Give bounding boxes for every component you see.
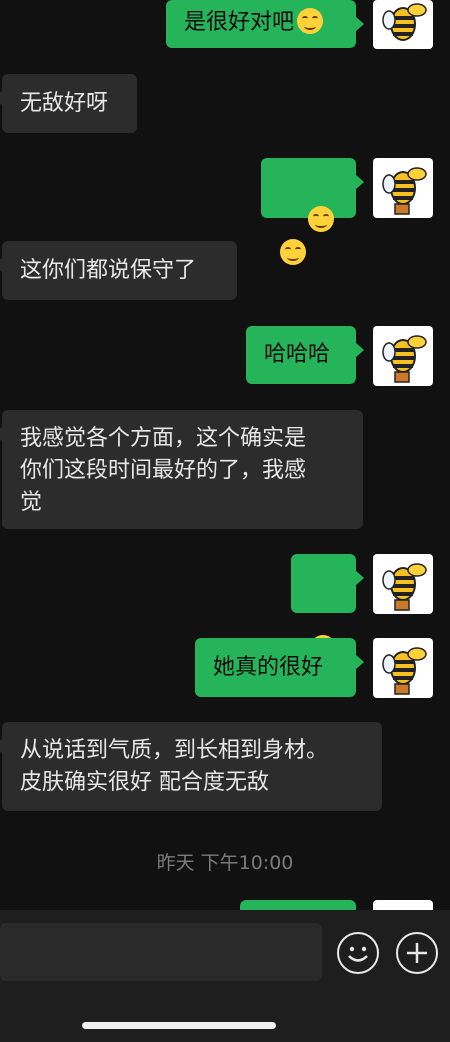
message-text: 哈哈哈 xyxy=(264,342,331,367)
message-bubble-in[interactable]: 这你们都说保守了 xyxy=(0,241,237,300)
message-text: 无敌好呀 xyxy=(20,91,109,116)
message-input[interactable] xyxy=(0,923,322,981)
smiling-face-icon xyxy=(280,239,306,265)
message-text: 这你们都说保守了 xyxy=(20,258,197,283)
message-text: 我感觉各个方面，这个确实是 你们这段时间最好的了，我感 觉 xyxy=(20,426,307,515)
message-bubble-out[interactable]: 她真的很好 xyxy=(195,638,364,697)
smiling-face-icon xyxy=(307,206,334,232)
bee-avatar-icon[interactable] xyxy=(373,638,433,698)
bee-avatar-icon[interactable] xyxy=(373,326,433,386)
message-bubble-in[interactable]: 从说话到气质，到长相到身材。 皮肤确实很好 配合度无敌 xyxy=(0,722,382,811)
smiling-face-icon xyxy=(297,8,324,34)
message-bubble-in[interactable]: 我感觉各个方面，这个确实是 你们这段时间最好的了，我感 觉 xyxy=(0,410,363,529)
bee-avatar-icon[interactable] xyxy=(373,158,433,218)
message-bubble-out[interactable]: 哈哈哈 xyxy=(246,326,364,384)
emoji-icon[interactable] xyxy=(337,932,379,974)
message-bubble-out[interactable] xyxy=(261,158,364,265)
message-bubble-out[interactable]: 是很好对吧 xyxy=(166,0,364,48)
timestamp: 昨天 下午10:00 xyxy=(156,852,294,874)
bee-avatar-icon[interactable] xyxy=(373,554,433,614)
message-text: 从说话到气质，到长相到身材。 皮肤确实很好 配合度无敌 xyxy=(20,738,329,795)
message-bubble-out[interactable] xyxy=(291,554,364,661)
bee-avatar-icon[interactable] xyxy=(373,0,433,49)
message-bubble-in[interactable]: 无敌好呀 xyxy=(0,74,137,133)
plus-icon[interactable] xyxy=(396,932,438,974)
message-text: 是很好对吧 xyxy=(184,10,295,35)
message-text: 她真的很好 xyxy=(213,655,324,680)
home-indicator xyxy=(82,1022,276,1029)
